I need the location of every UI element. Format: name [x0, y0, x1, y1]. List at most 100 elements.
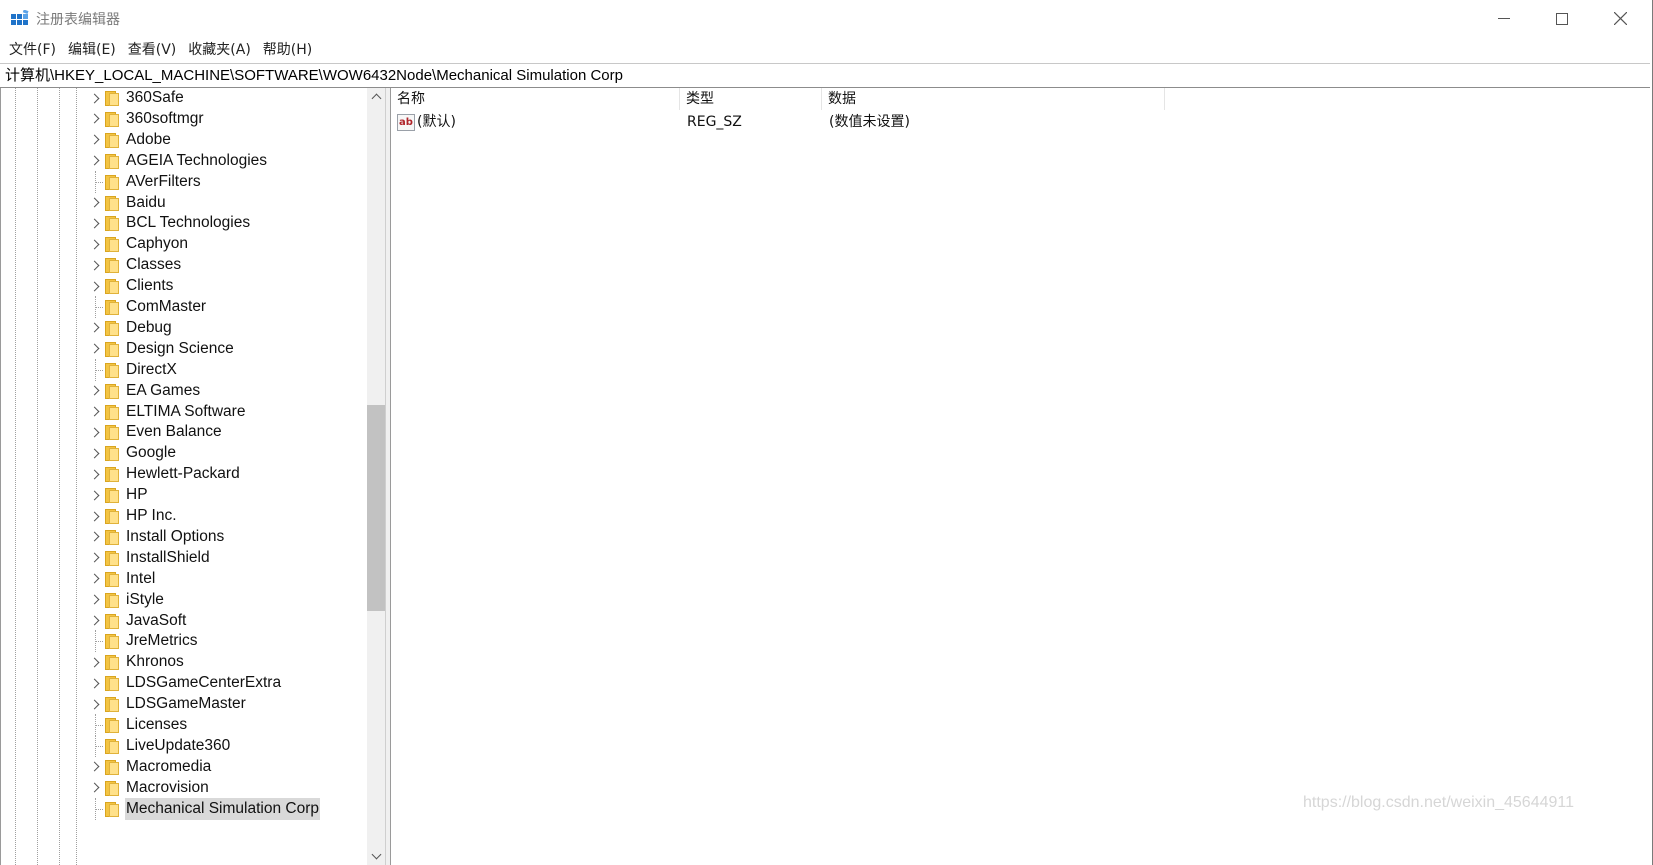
tree-scrollbar[interactable]: [367, 88, 385, 865]
tree-item[interactable]: Licenses: [1, 714, 367, 736]
expand-toggle[interactable]: [89, 383, 103, 399]
value-row[interactable]: ab (默认) REG_SZ (数值未设置): [391, 111, 1391, 133]
tree-item[interactable]: LDSGameCenterExtra: [1, 672, 367, 694]
tree-item[interactable]: Caphyon: [1, 233, 367, 255]
tree-item[interactable]: Mechanical Simulation Corp: [1, 797, 367, 820]
tree-item-label: HP Inc.: [126, 507, 177, 524]
tree-item[interactable]: Macromedia: [1, 756, 367, 778]
tree-item[interactable]: JavaSoft: [1, 610, 367, 632]
tree-item[interactable]: InstallShield: [1, 547, 367, 569]
expand-toggle[interactable]: [89, 780, 103, 796]
maximize-button[interactable]: [1533, 0, 1591, 37]
column-header-name[interactable]: 名称: [391, 88, 680, 110]
tree-item[interactable]: 360softmgr: [1, 108, 367, 130]
tree-connector-line: [95, 725, 103, 726]
minimize-button[interactable]: [1475, 0, 1533, 37]
expand-toggle[interactable]: [89, 236, 103, 252]
tree-item-label: LiveUpdate360: [126, 736, 231, 754]
tree-item[interactable]: 360Safe: [1, 88, 367, 109]
chevron-right-icon: [89, 134, 100, 145]
expand-toggle[interactable]: [89, 404, 103, 420]
tree-item[interactable]: ELTIMA Software: [1, 401, 367, 423]
expand-toggle[interactable]: [89, 90, 103, 106]
key-tree-pane[interactable]: 360Safe 360softmgr Adobe AGEIA Technologies…: [0, 88, 385, 865]
tree-item[interactable]: Intel: [1, 568, 367, 590]
chevron-right-icon: [89, 615, 100, 626]
column-header-type[interactable]: 类型: [680, 88, 822, 110]
tree-item[interactable]: EA Games: [1, 380, 367, 402]
tree-item[interactable]: Design Science: [1, 338, 367, 360]
folder-icon: [105, 571, 119, 587]
tree-item[interactable]: Hewlett-Packard: [1, 463, 367, 485]
expand-toggle[interactable]: [89, 111, 103, 127]
tree-item[interactable]: LDSGameMaster: [1, 693, 367, 715]
close-button[interactable]: [1591, 0, 1649, 37]
folder-icon: [105, 383, 119, 399]
tree-item[interactable]: Classes: [1, 254, 367, 276]
menu-favorites[interactable]: 收藏夹(A): [182, 37, 257, 63]
tree-item[interactable]: iStyle: [1, 589, 367, 611]
expand-toggle[interactable]: [89, 278, 103, 294]
chevron-right-icon: [89, 406, 100, 417]
tree-item[interactable]: LiveUpdate360: [1, 734, 367, 757]
expand-toggle[interactable]: [89, 654, 103, 670]
menu-help[interactable]: 帮助(H): [257, 37, 318, 63]
tree-connector-line: [95, 641, 103, 643]
chevron-right-icon: [89, 782, 100, 793]
menu-view[interactable]: 查看(V): [122, 37, 183, 63]
scroll-down-button[interactable]: [367, 848, 385, 865]
tree-item[interactable]: Google: [1, 442, 367, 464]
column-header-data[interactable]: 数据: [822, 88, 1165, 110]
tree-item[interactable]: HP Inc.: [1, 505, 367, 527]
values-pane[interactable]: 名称 类型 数据 ab (默认) REG_SZ (数值未设置): [391, 88, 1652, 865]
tree-item[interactable]: Khronos: [1, 651, 367, 673]
chevron-right-icon: [89, 552, 100, 563]
expand-toggle[interactable]: [89, 215, 103, 231]
expand-toggle[interactable]: [89, 132, 103, 148]
expand-toggle[interactable]: [89, 550, 103, 566]
tree-item[interactable]: Install Options: [1, 526, 367, 548]
tree-item[interactable]: ComMaster: [1, 296, 367, 318]
folder-icon: [105, 320, 119, 336]
tree-item[interactable]: Clients: [1, 275, 367, 297]
tree-item[interactable]: Adobe: [1, 129, 367, 151]
expand-toggle[interactable]: [89, 341, 103, 357]
expand-toggle[interactable]: [89, 320, 103, 336]
tree-item[interactable]: HP: [1, 484, 367, 506]
expand-toggle[interactable]: [89, 508, 103, 524]
expand-toggle[interactable]: [89, 466, 103, 482]
chevron-right-icon: [89, 197, 100, 208]
tree-item[interactable]: JreMetrics: [1, 630, 367, 653]
tree-item[interactable]: Macrovision: [1, 777, 367, 799]
expand-toggle[interactable]: [89, 195, 103, 211]
expand-toggle[interactable]: [89, 487, 103, 503]
tree-item[interactable]: DirectX: [1, 358, 367, 381]
expand-toggle[interactable]: [89, 424, 103, 440]
expand-toggle[interactable]: [89, 529, 103, 545]
tree-item[interactable]: AGEIA Technologies: [1, 150, 367, 172]
tree-item-label: BCL Technologies: [126, 214, 251, 232]
tree-item[interactable]: AVerFilters: [1, 170, 367, 193]
value-data: (数值未设置): [829, 114, 910, 130]
title-bar[interactable]: 注册表编辑器: [0, 0, 1652, 37]
expand-toggle[interactable]: [89, 675, 103, 691]
expand-toggle[interactable]: [89, 696, 103, 712]
scrollbar-thumb[interactable]: [367, 405, 385, 611]
menu-file[interactable]: 文件(F): [3, 37, 62, 63]
expand-toggle[interactable]: [89, 153, 103, 169]
tree-item[interactable]: Debug: [1, 317, 367, 339]
expand-toggle[interactable]: [89, 613, 103, 629]
tree-item[interactable]: Even Balance: [1, 421, 367, 443]
menu-edit[interactable]: 编辑(E): [62, 37, 122, 63]
chevron-right-icon: [89, 281, 100, 292]
address-bar[interactable]: 计算机\HKEY_LOCAL_MACHINE\SOFTWARE\WOW6432N…: [0, 63, 1650, 88]
expand-toggle[interactable]: [89, 759, 103, 775]
tree-item[interactable]: BCL Technologies: [1, 212, 367, 234]
expand-toggle[interactable]: [89, 445, 103, 461]
expand-toggle[interactable]: [89, 592, 103, 608]
expand-toggle[interactable]: [89, 257, 103, 273]
expand-toggle[interactable]: [89, 571, 103, 587]
tree-connector-line: [95, 181, 103, 183]
scroll-up-button[interactable]: [367, 88, 385, 105]
tree-item[interactable]: Baidu: [1, 192, 367, 214]
